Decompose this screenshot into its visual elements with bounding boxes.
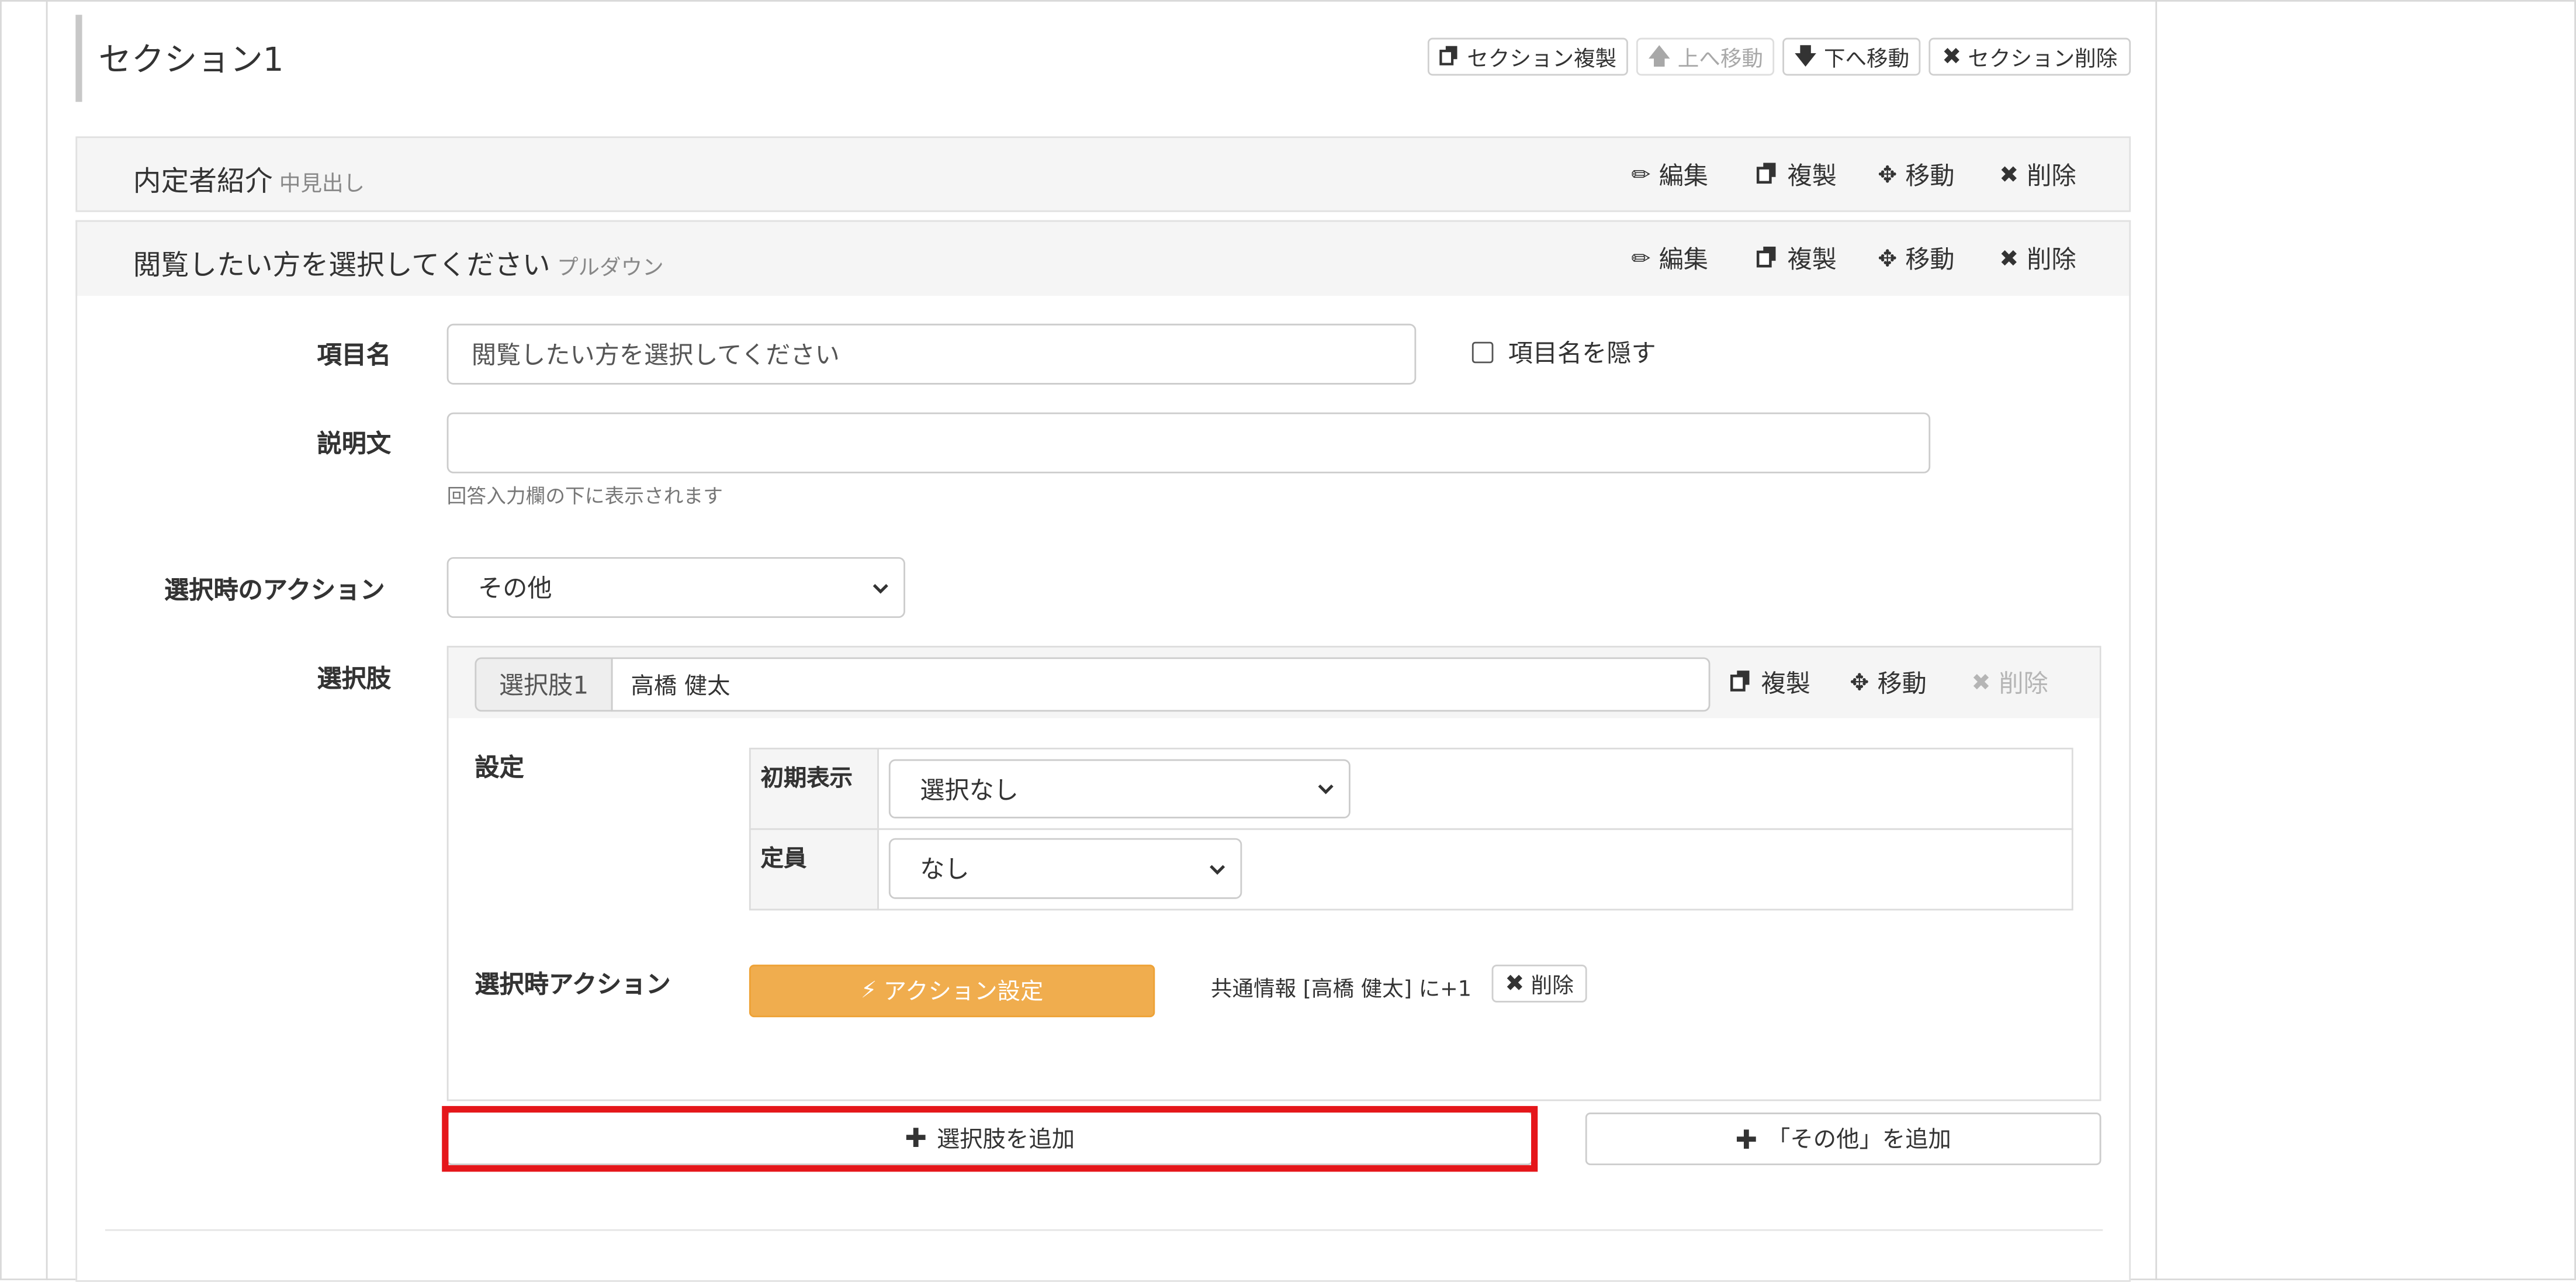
- item-title: 内定者紹介: [133, 165, 273, 199]
- select-action-dropdown[interactable]: その他: [446, 557, 905, 618]
- item1-edit-button[interactable]: ✏ 編集: [1632, 158, 1708, 192]
- arrow-down-icon: 🡇: [1793, 43, 1817, 70]
- capacity-select[interactable]: なし: [888, 838, 1242, 899]
- select-action-label: 選択時のアクション: [164, 575, 385, 605]
- arrow-up-icon: 🡅: [1647, 43, 1671, 70]
- action-setting-button[interactable]: ⚡ アクション設定: [749, 965, 1155, 1018]
- choice-input[interactable]: 高橋 健太: [611, 657, 1711, 712]
- section-move-down-label: 下へ移動: [1823, 47, 1910, 72]
- choice-prefix: 選択肢1: [475, 657, 613, 712]
- lightning-icon: ⚡: [860, 977, 877, 1004]
- move-icon: ✥: [1850, 669, 1869, 696]
- item-type: 中見出し: [279, 172, 365, 198]
- item2-delete-label: 削除: [2027, 244, 2076, 275]
- item2-edit-button[interactable]: ✏ 編集: [1632, 241, 1708, 276]
- item2-move-button[interactable]: ✥ 移動: [1878, 241, 1954, 276]
- settings-label: 設定: [475, 752, 524, 783]
- item-name-input[interactable]: 閲覧したい方を選択してください: [446, 323, 1417, 385]
- action-delete-label: 削除: [1531, 975, 1574, 1000]
- description-input[interactable]: [446, 412, 1931, 474]
- item2-move-label: 移動: [1905, 244, 1955, 275]
- close-icon: ✖: [1999, 246, 2019, 272]
- item1-delete-button[interactable]: ✖ 削除: [1999, 158, 2076, 192]
- choice-duplicate-label: 複製: [1761, 669, 1810, 699]
- right-divider: [2155, 0, 2158, 1280]
- hide-name-label: 項目名を隠す: [1508, 338, 1656, 368]
- section-move-down-button[interactable]: 🡇 下へ移動: [1782, 37, 1921, 76]
- copy-icon: [1756, 161, 1779, 189]
- item2-duplicate-label: 複製: [1787, 244, 1837, 275]
- item-name-label: 項目名: [317, 340, 392, 370]
- choice-action-label: 選択時アクション: [475, 969, 671, 1000]
- initial-display-header: 初期表示: [749, 748, 879, 830]
- section-duplicate-button[interactable]: セクション複製: [1427, 37, 1628, 76]
- section-delete-label: セクション削除: [1968, 47, 2118, 72]
- close-icon: ✖: [1971, 669, 1991, 696]
- action-delete-button[interactable]: ✖ 削除: [1491, 965, 1587, 1003]
- capacity-header: 定員: [749, 828, 879, 911]
- chevron-down-icon: [1210, 864, 1225, 874]
- section-delete-button[interactable]: ✖ セクション削除: [1928, 37, 2131, 76]
- item2-delete-button[interactable]: ✖ 削除: [1999, 241, 2076, 276]
- close-icon: ✖: [1942, 43, 1962, 70]
- pencil-icon: ✏: [1631, 246, 1651, 272]
- item2-edit-label: 編集: [1659, 244, 1708, 275]
- initial-display-value: 選択なし: [920, 775, 1019, 805]
- description-label: 説明文: [317, 429, 392, 459]
- choice-duplicate-button[interactable]: 複製: [1730, 666, 1810, 700]
- action-setting-label: アクション設定: [883, 979, 1044, 1006]
- plus-icon: ✚: [1735, 1123, 1758, 1155]
- choice-move-label: 移動: [1877, 669, 1927, 699]
- choice-move-button[interactable]: ✥ 移動: [1850, 666, 1926, 700]
- chevron-down-icon: [872, 583, 888, 593]
- item-title: 閲覧したい方を選択してください: [133, 250, 550, 283]
- item1-duplicate-label: 複製: [1787, 161, 1837, 191]
- section-duplicate-label: セクション複製: [1467, 47, 1617, 72]
- move-icon: ✥: [1878, 161, 1898, 188]
- item-type: プルダウン: [556, 256, 664, 281]
- item1-delete-label: 削除: [2027, 161, 2076, 191]
- choice-delete-button[interactable]: ✖ 削除: [1971, 666, 2048, 700]
- move-icon: ✥: [1878, 246, 1898, 272]
- section-move-up-button[interactable]: 🡅 上へ移動: [1636, 37, 1775, 76]
- left-divider: [46, 0, 48, 1280]
- select-action-value: その他: [478, 573, 552, 603]
- initial-display-select[interactable]: 選択なし: [888, 759, 1351, 818]
- pencil-icon: ✏: [1631, 161, 1651, 188]
- highlight-box: [442, 1105, 1538, 1172]
- capacity-value: なし: [920, 854, 970, 884]
- item1-move-button[interactable]: ✥ 移動: [1878, 158, 1954, 192]
- choice-delete-label: 削除: [1999, 669, 2048, 699]
- action-summary: 共通情報 [高橋 健太] に+1: [1210, 977, 1472, 1003]
- section-title: セクション1: [98, 39, 284, 79]
- add-other-label: 「その他」を追加: [1767, 1127, 1951, 1154]
- close-icon: ✖: [1999, 161, 2019, 188]
- bottom-divider: [105, 1229, 2103, 1231]
- item1-duplicate-button[interactable]: 複製: [1756, 158, 1837, 192]
- choices-label: 選択肢: [317, 664, 392, 694]
- copy-icon: [1730, 669, 1753, 697]
- copy-icon: [1756, 245, 1779, 273]
- close-icon: ✖: [1505, 970, 1525, 997]
- hide-name-checkbox[interactable]: [1471, 341, 1494, 364]
- item2-duplicate-button[interactable]: 複製: [1756, 241, 1837, 276]
- section-move-up-label: 上へ移動: [1677, 47, 1763, 72]
- copy-icon: [1439, 43, 1461, 70]
- description-help-text: 回答入力欄の下に表示されます: [446, 485, 723, 508]
- section-accent-bar: [75, 15, 82, 102]
- chevron-down-icon: [1318, 784, 1334, 794]
- item1-move-label: 移動: [1905, 161, 1955, 191]
- item1-edit-label: 編集: [1659, 161, 1708, 191]
- add-other-button[interactable]: ✚ 「その他」を追加: [1585, 1112, 2101, 1166]
